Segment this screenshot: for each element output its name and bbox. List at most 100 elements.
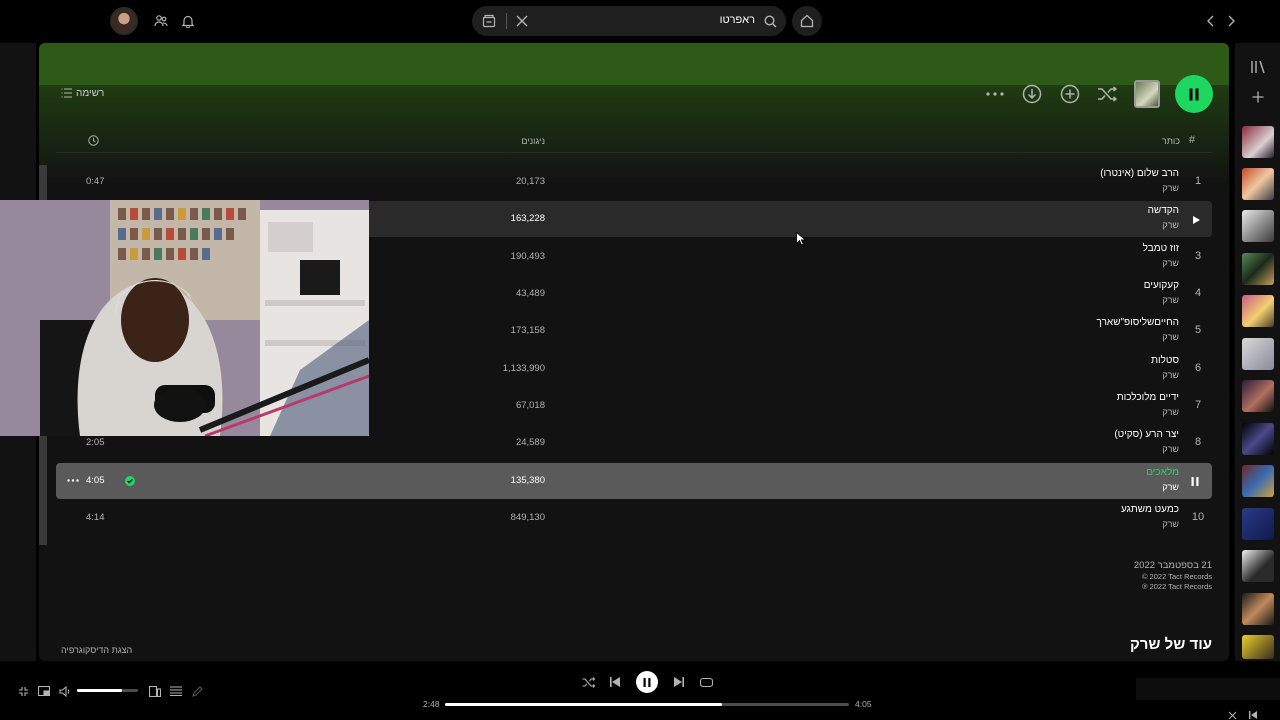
copyright-c: © 2022 Tact Records (1141, 572, 1212, 581)
track-number: 1 (1194, 175, 1202, 187)
library-item[interactable] (1242, 635, 1274, 659)
list-view-label[interactable]: רשימה (76, 88, 104, 99)
previous-small-icon[interactable] (1248, 710, 1258, 720)
miniplayer-icon[interactable] (37, 684, 51, 698)
library-item[interactable] (1242, 593, 1274, 625)
search-icon (762, 13, 778, 29)
add-to-library-icon[interactable] (1059, 83, 1081, 105)
track-title[interactable]: ידיים מלוכלכות (1117, 392, 1179, 403)
user-avatar[interactable] (110, 7, 138, 35)
collapse-icon[interactable] (16, 684, 30, 698)
track-artist[interactable]: שרק (1162, 482, 1179, 492)
queue-icon[interactable] (169, 684, 183, 698)
library-icon[interactable] (1249, 58, 1267, 76)
track-artist[interactable]: שרק (1162, 519, 1179, 529)
more-by-artist-heading[interactable]: עוד של שרק (1130, 636, 1212, 653)
album-cover-thumbnail[interactable] (1134, 80, 1160, 108)
repeat-icon[interactable] (699, 675, 713, 689)
track-plays: 190,493 (510, 251, 545, 262)
track-title[interactable]: יצר הרע (סקיט) (1114, 429, 1179, 440)
track-title[interactable]: הרב שלום (אינטרו) (1100, 168, 1179, 179)
expand-icon[interactable] (1227, 710, 1237, 720)
play-pause-button[interactable] (1175, 75, 1213, 113)
pause-icon[interactable] (1190, 476, 1200, 486)
create-playlist-icon[interactable] (1249, 88, 1267, 106)
browse-icon[interactable] (481, 13, 497, 29)
track-artist[interactable]: שרק (1162, 220, 1179, 230)
track-number: 6 (1194, 362, 1202, 374)
track-title[interactable]: זוז טמבל (1143, 243, 1179, 254)
track-artist[interactable]: שרק (1162, 332, 1179, 342)
saved-check-icon[interactable] (125, 476, 135, 486)
clear-search-icon[interactable] (514, 13, 530, 29)
track-plays: 1,133,990 (502, 363, 545, 374)
list-view-icon[interactable] (60, 87, 72, 99)
library-item[interactable] (1242, 338, 1274, 370)
track-plays: 173,158 (510, 325, 545, 336)
track-title[interactable]: כמעט משתגע (1121, 504, 1179, 515)
column-header-title: כותר (1161, 136, 1180, 146)
download-icon[interactable] (1021, 83, 1043, 105)
library-item[interactable] (1242, 126, 1274, 158)
library-item[interactable] (1242, 550, 1274, 582)
track-artist[interactable]: שרק (1162, 295, 1179, 305)
back-arrow-icon[interactable] (1202, 13, 1218, 29)
total-time: 4:05 (855, 699, 872, 709)
bell-icon[interactable] (180, 13, 196, 29)
track-plays: 24,589 (515, 437, 545, 448)
track-title[interactable]: מלאכים (1146, 467, 1179, 478)
next-track-icon[interactable] (672, 675, 686, 689)
playback-progress-fill (445, 703, 723, 706)
more-options-icon[interactable] (985, 88, 1005, 100)
forward-arrow-icon[interactable] (1224, 13, 1240, 29)
track-plays: 135,380 (510, 475, 545, 486)
track-title[interactable]: החייםשליסופ"שארך (1097, 317, 1179, 328)
volume-icon[interactable] (58, 684, 72, 698)
library-item[interactable] (1242, 295, 1274, 327)
playback-progress-bar[interactable] (445, 703, 849, 706)
more-options-icon[interactable] (66, 477, 80, 483)
home-button[interactable] (792, 6, 822, 36)
friend-activity-icon[interactable] (153, 13, 169, 29)
library-item[interactable] (1242, 168, 1274, 200)
track-title[interactable]: סטלות (1151, 355, 1179, 366)
track-row-now-playing[interactable]: מלאכים שרק 135,380 4:05 (56, 463, 1212, 499)
play-icon[interactable] (1192, 215, 1200, 224)
track-row[interactable]: 10 כמעט משתגע שרק 849,130 4:14 (56, 500, 1212, 536)
track-plays: 67,018 (515, 400, 545, 411)
top-bar: ראפרטו (0, 0, 1280, 42)
connect-device-icon[interactable] (148, 684, 162, 698)
previous-track-icon[interactable] (608, 675, 622, 689)
search-input[interactable]: ראפרטו (720, 14, 755, 26)
track-plays: 163,228 (510, 213, 545, 224)
track-title[interactable]: הקדשה (1148, 205, 1179, 216)
track-artist[interactable]: שרק (1162, 370, 1179, 380)
track-title[interactable]: קעקועים (1144, 280, 1179, 291)
track-artist[interactable]: שרק (1162, 444, 1179, 454)
volume-level (77, 689, 122, 692)
pause-icon (643, 677, 651, 687)
player-play-pause-button[interactable] (636, 671, 658, 693)
mouse-cursor (796, 232, 806, 246)
column-header-plays: ניגונים (521, 136, 545, 146)
library-item[interactable] (1242, 423, 1274, 455)
library-item[interactable] (1242, 465, 1274, 497)
shuffle-icon[interactable] (581, 675, 595, 689)
track-row[interactable]: 1 הרב שלום (אינטרו) שרק 20,173 0:47 (56, 164, 1212, 200)
volume-slider[interactable] (77, 689, 138, 692)
library-item[interactable] (1242, 508, 1274, 540)
shuffle-icon[interactable] (1096, 83, 1118, 105)
track-number: 7 (1194, 399, 1202, 411)
track-plays: 849,130 (510, 512, 545, 523)
track-artist[interactable]: שרק (1162, 258, 1179, 268)
track-artist[interactable]: שרק (1162, 407, 1179, 417)
lyrics-icon[interactable] (190, 684, 204, 698)
library-item[interactable] (1242, 210, 1274, 242)
show-discography-link[interactable]: הצגת הדיסקוגרפיה (61, 645, 132, 655)
webcam-overlay (0, 200, 369, 436)
search-bar[interactable]: ראפרטו (472, 6, 786, 36)
library-item[interactable] (1242, 380, 1274, 412)
library-item[interactable] (1242, 253, 1274, 285)
duration-clock-icon (87, 134, 99, 146)
track-artist[interactable]: שרק (1162, 183, 1179, 193)
